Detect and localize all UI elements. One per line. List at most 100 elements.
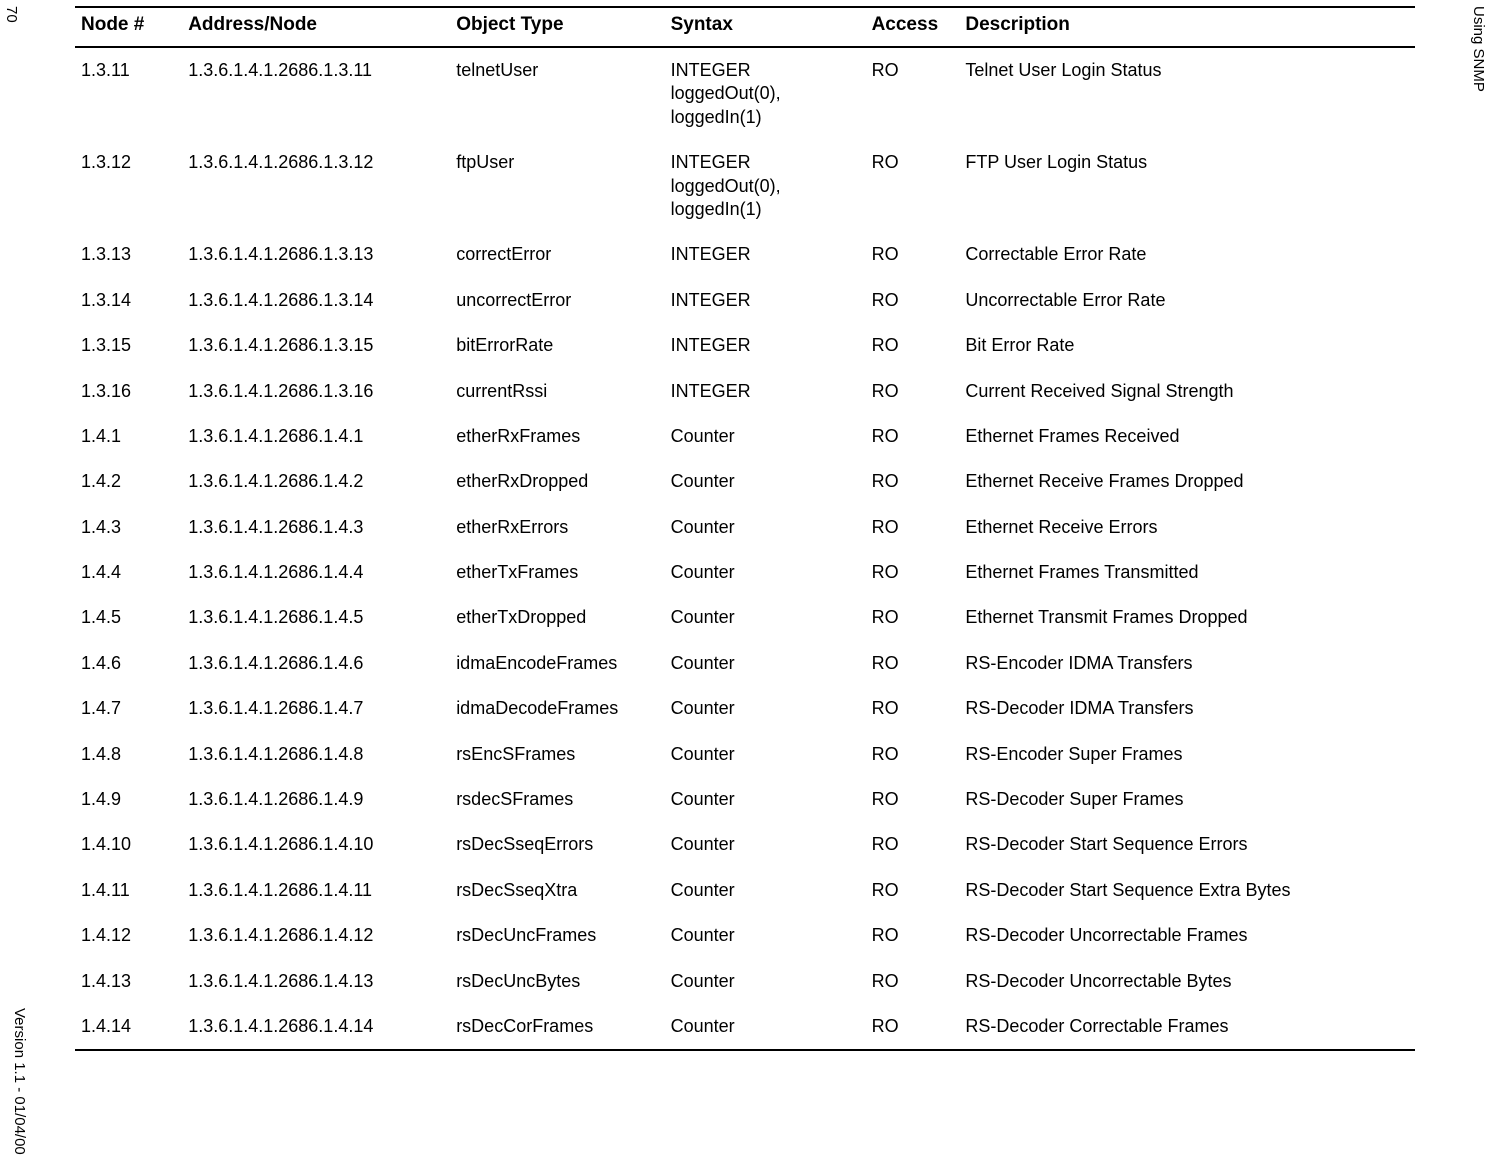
table-row: 1.4.31.3.6.1.4.1.2686.1.4.3etherRxErrors… xyxy=(75,505,1415,550)
header-description: Description xyxy=(959,7,1415,47)
cell-address: 1.3.6.1.4.1.2686.1.3.14 xyxy=(182,278,450,323)
header-address: Address/Node xyxy=(182,7,450,47)
cell-syntax: INTEGER xyxy=(665,232,866,277)
table-row: 1.3.141.3.6.1.4.1.2686.1.3.14uncorrectEr… xyxy=(75,278,1415,323)
cell-access: RO xyxy=(866,641,960,686)
cell-description: Ethernet Receive Errors xyxy=(959,505,1415,550)
cell-node: 1.3.14 xyxy=(75,278,182,323)
cell-syntax: Counter xyxy=(665,822,866,867)
cell-address: 1.3.6.1.4.1.2686.1.4.3 xyxy=(182,505,450,550)
cell-description: RS-Decoder Correctable Frames xyxy=(959,1004,1415,1050)
cell-address: 1.3.6.1.4.1.2686.1.4.1 xyxy=(182,414,450,459)
cell-node: 1.4.7 xyxy=(75,686,182,731)
cell-access: RO xyxy=(866,732,960,777)
cell-object: currentRssi xyxy=(450,369,664,414)
cell-syntax: Counter xyxy=(665,595,866,640)
mib-table-wrap: Node # Address/Node Object Type Syntax A… xyxy=(75,6,1415,1051)
cell-access: RO xyxy=(866,868,960,913)
cell-description: Ethernet Receive Frames Dropped xyxy=(959,459,1415,504)
cell-syntax: Counter xyxy=(665,550,866,595)
cell-node: 1.4.13 xyxy=(75,959,182,1004)
cell-access: RO xyxy=(866,505,960,550)
mib-table: Node # Address/Node Object Type Syntax A… xyxy=(75,6,1415,1051)
cell-node: 1.3.11 xyxy=(75,47,182,140)
cell-access: RO xyxy=(866,686,960,731)
cell-access: RO xyxy=(866,369,960,414)
table-row: 1.4.81.3.6.1.4.1.2686.1.4.8rsEncSFramesC… xyxy=(75,732,1415,777)
cell-address: 1.3.6.1.4.1.2686.1.4.4 xyxy=(182,550,450,595)
cell-node: 1.4.11 xyxy=(75,868,182,913)
cell-description: Correctable Error Rate xyxy=(959,232,1415,277)
cell-object: rsEncSFrames xyxy=(450,732,664,777)
section-title: Using SNMP xyxy=(1470,6,1487,92)
table-row: 1.4.141.3.6.1.4.1.2686.1.4.14rsDecCorFra… xyxy=(75,1004,1415,1050)
header-node: Node # xyxy=(75,7,182,47)
cell-node: 1.4.2 xyxy=(75,459,182,504)
cell-node: 1.4.8 xyxy=(75,732,182,777)
cell-description: Ethernet Frames Transmitted xyxy=(959,550,1415,595)
cell-access: RO xyxy=(866,278,960,323)
cell-object: ftpUser xyxy=(450,140,664,232)
table-row: 1.3.161.3.6.1.4.1.2686.1.3.16currentRssi… xyxy=(75,369,1415,414)
cell-syntax: Counter xyxy=(665,868,866,913)
cell-address: 1.3.6.1.4.1.2686.1.4.10 xyxy=(182,822,450,867)
table-row: 1.3.131.3.6.1.4.1.2686.1.3.13correctErro… xyxy=(75,232,1415,277)
cell-node: 1.4.12 xyxy=(75,913,182,958)
cell-syntax: Counter xyxy=(665,913,866,958)
cell-description: RS-Decoder Super Frames xyxy=(959,777,1415,822)
cell-address: 1.3.6.1.4.1.2686.1.4.14 xyxy=(182,1004,450,1050)
cell-address: 1.3.6.1.4.1.2686.1.3.16 xyxy=(182,369,450,414)
cell-object: correctError xyxy=(450,232,664,277)
cell-access: RO xyxy=(866,47,960,140)
cell-object: uncorrectError xyxy=(450,278,664,323)
cell-description: Current Received Signal Strength xyxy=(959,369,1415,414)
cell-object: etherTxFrames xyxy=(450,550,664,595)
cell-address: 1.3.6.1.4.1.2686.1.3.13 xyxy=(182,232,450,277)
cell-access: RO xyxy=(866,414,960,459)
cell-syntax: INTEGER xyxy=(665,369,866,414)
cell-node: 1.4.3 xyxy=(75,505,182,550)
cell-address: 1.3.6.1.4.1.2686.1.4.12 xyxy=(182,913,450,958)
cell-description: Ethernet Transmit Frames Dropped xyxy=(959,595,1415,640)
cell-description: Bit Error Rate xyxy=(959,323,1415,368)
table-row: 1.4.131.3.6.1.4.1.2686.1.4.13rsDecUncByt… xyxy=(75,959,1415,1004)
cell-object: idmaEncodeFrames xyxy=(450,641,664,686)
cell-address: 1.3.6.1.4.1.2686.1.4.8 xyxy=(182,732,450,777)
cell-object: rsDecUncBytes xyxy=(450,959,664,1004)
cell-description: RS-Decoder Uncorrectable Bytes xyxy=(959,959,1415,1004)
cell-object: rsDecCorFrames xyxy=(450,1004,664,1050)
table-row: 1.4.71.3.6.1.4.1.2686.1.4.7idmaDecodeFra… xyxy=(75,686,1415,731)
cell-syntax: Counter xyxy=(665,1004,866,1050)
cell-address: 1.3.6.1.4.1.2686.1.4.5 xyxy=(182,595,450,640)
cell-address: 1.3.6.1.4.1.2686.1.3.15 xyxy=(182,323,450,368)
cell-object: rsDecSseqErrors xyxy=(450,822,664,867)
table-row: 1.4.101.3.6.1.4.1.2686.1.4.10rsDecSseqEr… xyxy=(75,822,1415,867)
table-header-row: Node # Address/Node Object Type Syntax A… xyxy=(75,7,1415,47)
cell-node: 1.4.9 xyxy=(75,777,182,822)
cell-node: 1.3.13 xyxy=(75,232,182,277)
cell-syntax: Counter xyxy=(665,777,866,822)
cell-node: 1.4.4 xyxy=(75,550,182,595)
cell-syntax: INTEGER loggedOut(0), loggedIn(1) xyxy=(665,47,866,140)
cell-node: 1.3.15 xyxy=(75,323,182,368)
cell-access: RO xyxy=(866,959,960,1004)
cell-object: telnetUser xyxy=(450,47,664,140)
cell-address: 1.3.6.1.4.1.2686.1.4.13 xyxy=(182,959,450,1004)
cell-address: 1.3.6.1.4.1.2686.1.4.9 xyxy=(182,777,450,822)
cell-object: idmaDecodeFrames xyxy=(450,686,664,731)
version-footer: Version 1.1 - 01/04/00 xyxy=(11,1008,28,1155)
cell-address: 1.3.6.1.4.1.2686.1.3.12 xyxy=(182,140,450,232)
cell-syntax: Counter xyxy=(665,459,866,504)
header-syntax: Syntax xyxy=(665,7,866,47)
cell-object: etherRxDropped xyxy=(450,459,664,504)
cell-access: RO xyxy=(866,822,960,867)
cell-access: RO xyxy=(866,595,960,640)
cell-address: 1.3.6.1.4.1.2686.1.4.6 xyxy=(182,641,450,686)
cell-description: RS-Encoder IDMA Transfers xyxy=(959,641,1415,686)
cell-syntax: INTEGER loggedOut(0), loggedIn(1) xyxy=(665,140,866,232)
cell-node: 1.4.1 xyxy=(75,414,182,459)
table-row: 1.4.61.3.6.1.4.1.2686.1.4.6idmaEncodeFra… xyxy=(75,641,1415,686)
table-row: 1.4.41.3.6.1.4.1.2686.1.4.4etherTxFrames… xyxy=(75,550,1415,595)
table-row: 1.4.51.3.6.1.4.1.2686.1.4.5etherTxDroppe… xyxy=(75,595,1415,640)
cell-address: 1.3.6.1.4.1.2686.1.4.7 xyxy=(182,686,450,731)
